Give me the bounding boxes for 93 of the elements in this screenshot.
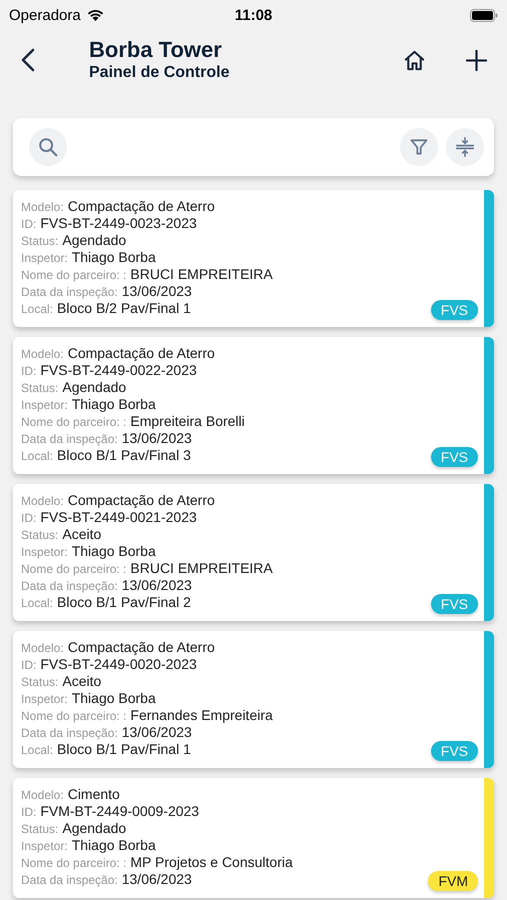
field-label: Inspetor: (21, 692, 68, 706)
field-value: FVS-BT-2449-0023-2023 (40, 215, 197, 231)
field-label: Nome do parceiro: : (21, 268, 126, 282)
field-label: Inspetor: (21, 839, 68, 853)
field-label: Modelo: (21, 788, 64, 802)
field-value: 13/06/2023 (122, 724, 192, 740)
field-label: Data da inspeção: (21, 285, 118, 299)
field-label: Modelo: (21, 641, 64, 655)
home-icon[interactable] (403, 48, 426, 72)
field-value: Agendado (62, 820, 126, 836)
field-label: Nome do parceiro: : (21, 856, 126, 870)
field-value: 13/06/2023 (122, 577, 192, 593)
filter-icon (409, 137, 429, 157)
field-label: Local: (21, 596, 54, 610)
field-label: Modelo: (21, 347, 64, 361)
field-value: Bloco B/2 Pav/Final 1 (57, 300, 191, 316)
field-value: Aceito (62, 526, 102, 542)
field-label: ID: (21, 658, 36, 672)
field-label: Inspetor: (21, 398, 68, 412)
wifi-icon (86, 8, 105, 22)
field-label: Inspetor: (21, 545, 68, 559)
field-value: 13/06/2023 (122, 283, 192, 299)
inspection-card[interactable]: Modelo: Compactação de Aterro ID: FVS-BT-2449-0020-2023 Status: Aceito Inspetor: Thiago Borba Nome do parceiro: : Fernandes Empreiteira Data da inspeção: 13/06/2023 Local: Bloco B/1 Pav/Final 1 FVS (13, 631, 494, 768)
field-value: Compactação de Aterro (68, 639, 215, 655)
field-value: BRUCI EMPREITEIRA (130, 266, 273, 282)
battery-icon (470, 8, 498, 22)
field-value: Thiago Borba (72, 543, 156, 559)
field-value: Fernandes Empreiteira (130, 707, 273, 723)
type-tag: FVS (430, 741, 478, 761)
field-value: Compactação de Aterro (68, 198, 215, 214)
field-label: Status: (21, 675, 58, 689)
field-label: Status: (21, 528, 58, 542)
field-label: Data da inspeção: (21, 579, 118, 593)
back-icon[interactable] (21, 48, 35, 72)
field-value: Compactação de Aterro (68, 492, 215, 508)
field-label: Nome do parceiro: : (21, 562, 126, 576)
field-value: Thiago Borba (72, 249, 156, 265)
type-tag: FVS (430, 447, 478, 467)
inspection-card[interactable]: Modelo: Compactação de Aterro ID: FVS-BT-2449-0021-2023 Status: Aceito Inspetor: Thiago Borba Nome do parceiro: : BRUCI EMPREITEIRA Data da inspeção: 13/06/2023 Local: Bloco B/1 Pav/Final 2 FVS (13, 484, 494, 621)
field-value: Bloco B/1 Pav/Final 2 (57, 594, 191, 610)
field-value: Cimento (68, 786, 120, 802)
field-label: Nome do parceiro: : (21, 415, 126, 429)
field-value: Aceito (62, 673, 102, 689)
field-label: ID: (21, 805, 36, 819)
field-value: Thiago Borba (72, 837, 156, 853)
collapse-button[interactable] (446, 128, 484, 166)
field-value: FVS-BT-2449-0022-2023 (40, 362, 197, 378)
field-value: Agendado (62, 379, 126, 395)
field-value: FVM-BT-2449-0009-2023 (40, 803, 200, 819)
field-value: Compactação de Aterro (68, 345, 215, 361)
field-label: Local: (21, 743, 54, 757)
field-label: Status: (21, 234, 58, 248)
field-label: Nome do parceiro: : (21, 709, 126, 723)
field-label: Data da inspeção: (21, 432, 118, 446)
field-label: Inspetor: (21, 251, 68, 265)
field-label: Data da inspeção: (21, 726, 118, 740)
type-tag: FVS (430, 300, 478, 320)
field-value: Thiago Borba (72, 396, 156, 412)
field-label: Local: (21, 449, 54, 463)
filter-button[interactable] (400, 128, 438, 166)
field-label: Status: (21, 381, 58, 395)
inspection-card[interactable]: Modelo: Compactação de Aterro ID: FVS-BT-2449-0022-2023 Status: Agendado Inspetor: Thiago Borba Nome do parceiro: : Empreiteira Borelli Data da inspeção: 13/06/2023 Local: Bloco B/1 Pav/Final 3 FVS (13, 337, 494, 474)
type-tag: FVS (430, 594, 478, 614)
field-value: Agendado (62, 232, 126, 248)
field-label: Data da inspeção: (21, 873, 118, 887)
inspection-card[interactable]: Modelo: Cimento ID: FVM-BT-2449-0009-2023 Status: Agendado Inspetor: Thiago Borba Nome do parceiro: : MP Projetos e Consultoria Data da inspeção: 13/06/2023 FVM (13, 778, 494, 898)
field-value: FVS-BT-2449-0020-2023 (40, 656, 197, 672)
clock-time: 11:08 (234, 6, 272, 24)
field-value: Thiago Borba (72, 690, 156, 706)
field-value: Empreiteira Borelli (130, 413, 245, 429)
field-label: Status: (21, 822, 58, 836)
field-value: Bloco B/1 Pav/Final 3 (57, 447, 191, 463)
carrier-name: Operadora (9, 6, 81, 24)
inspection-card[interactable]: Modelo: Compactação de Aterro ID: FVS-BT-2449-0023-2023 Status: Agendado Inspetor: Thiago Borba Nome do parceiro: : BRUCI EMPREITEIRA Data da inspeção: 13/06/2023 Local: Bloco B/2 Pav/Final 1 FVS (13, 190, 494, 327)
field-value: BRUCI EMPREITEIRA (130, 560, 273, 576)
search-button[interactable] (29, 128, 67, 166)
type-tag: FVM (428, 871, 478, 891)
field-value: MP Projetos e Consultoria (130, 854, 293, 870)
page-subtitle: Painel de Controle (89, 63, 230, 83)
field-value: FVS-BT-2449-0021-2023 (40, 509, 197, 525)
field-label: Modelo: (21, 494, 64, 508)
field-label: Local: (21, 302, 54, 316)
field-label: Modelo: (21, 200, 64, 214)
search-icon (37, 136, 59, 158)
field-value: 13/06/2023 (122, 871, 192, 887)
project-title: Borba Tower (89, 37, 223, 63)
field-label: ID: (21, 511, 36, 525)
field-value: 13/06/2023 (122, 430, 192, 446)
field-label: ID: (21, 217, 36, 231)
add-icon[interactable] (466, 50, 487, 70)
field-value: Bloco B/1 Pav/Final 1 (57, 741, 191, 757)
field-label: ID: (21, 364, 36, 378)
collapse-icon (454, 136, 476, 158)
